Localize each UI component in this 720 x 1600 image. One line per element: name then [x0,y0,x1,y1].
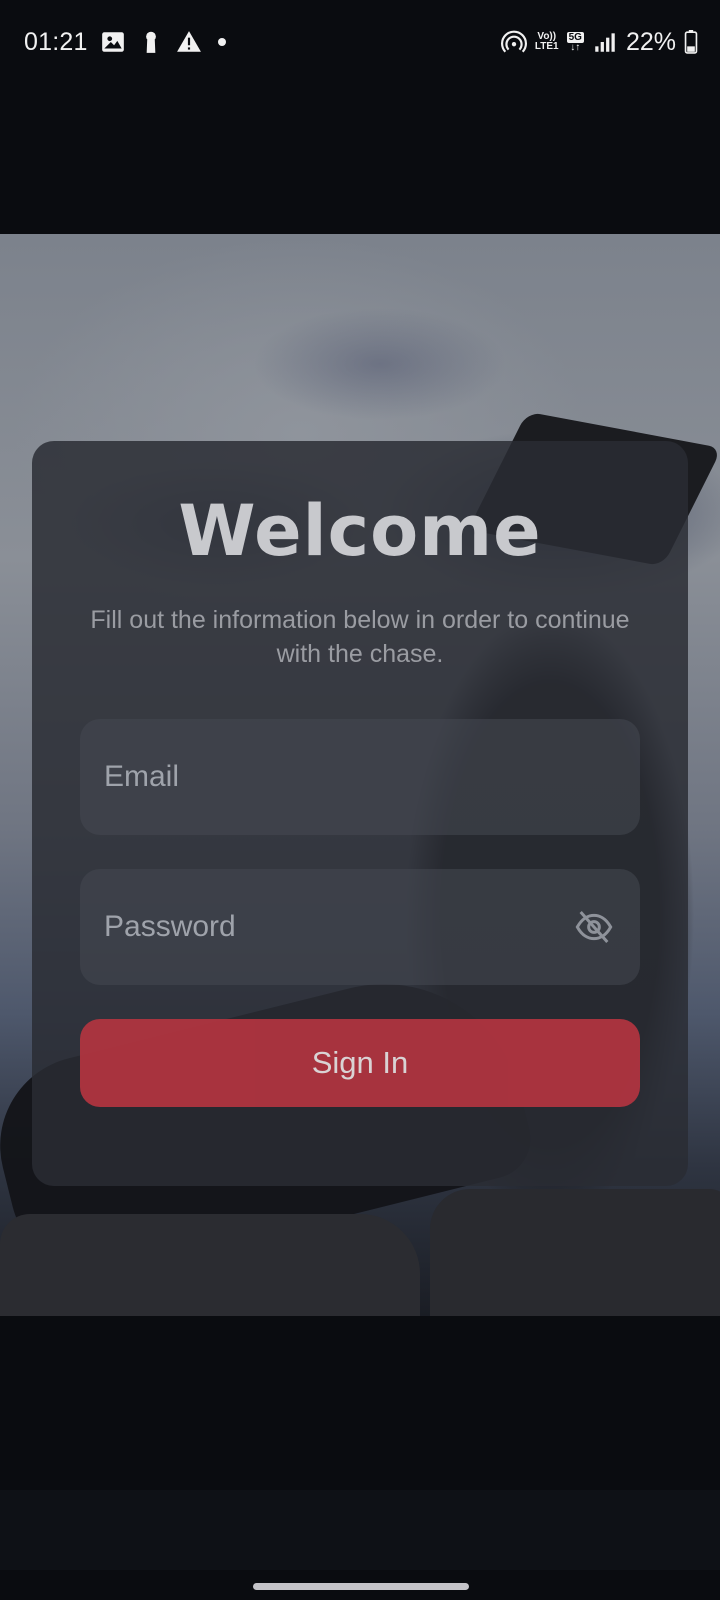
gallery-icon [101,32,124,52]
email-input[interactable] [104,719,544,835]
sign-in-button[interactable]: Sign In [80,1019,640,1107]
signal-icon [595,33,615,52]
page-subtitle: Fill out the information below in order … [90,606,630,668]
status-right: Vo)) LTE1 5G ↓↑ 22% [500,22,698,62]
bottom-panel [0,1490,720,1570]
home-gesture-handle[interactable] [253,1583,469,1590]
lte-label: LTE1 [534,41,559,52]
status-time: 01:21 [24,28,88,56]
notification-dot-icon [217,38,226,46]
login-card: Welcome Fill out the information below i… [32,441,688,1186]
status-bar: 01:21 Vo)) LTE1 5G ↓↑ 22% [0,0,720,82]
warning-icon [176,31,201,52]
password-field[interactable] [80,869,640,985]
battery-percentage: 22% [625,28,676,56]
page-title: Welcome [178,490,542,572]
app-screen: 01:21 Vo)) LTE1 5G ↓↑ 22% Welcome Fill o… [0,0,720,1600]
network-type: 5G [566,31,584,43]
toggle-password-visibility-button[interactable] [572,907,616,947]
battery-icon [684,30,698,54]
hotspot-icon [500,30,527,53]
status-left: 01:21 [24,22,226,62]
email-field[interactable] [80,719,640,835]
password-input[interactable] [104,869,544,985]
keyhole-icon [145,31,156,53]
data-arrows-icon: ↓↑ [570,41,581,53]
network-indicator: 5G ↓↑ [566,31,584,53]
eye-off-icon [575,911,613,943]
volte-indicator: Vo)) LTE1 [535,32,559,52]
background-rock [430,1189,720,1316]
background-rock [0,1214,420,1316]
